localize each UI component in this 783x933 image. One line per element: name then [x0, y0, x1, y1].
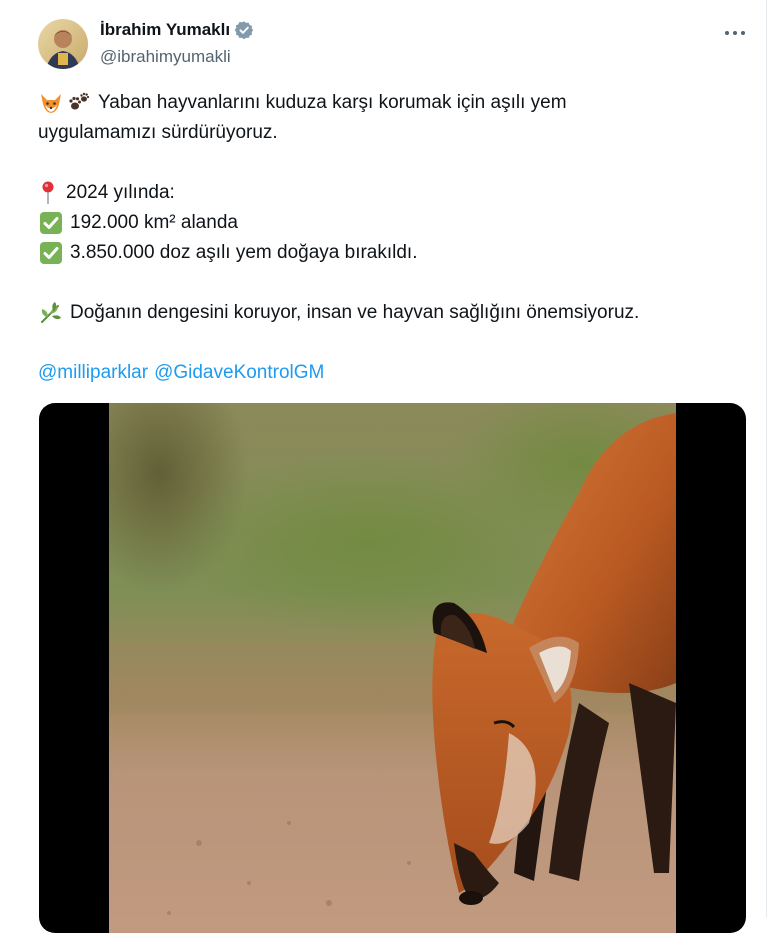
check-mark-button-emoji — [38, 211, 64, 235]
text-line: uygulamamızı sürdürüyoruz. — [38, 118, 738, 148]
avatar-image — [38, 19, 88, 69]
mention-milliparklar[interactable]: @milliparklar — [38, 358, 148, 388]
tweet-video[interactable] — [39, 403, 746, 933]
text-line: 3.850.000 doz aşılı yem doğaya bırakıldı… — [38, 238, 738, 268]
text-line-3: 2024 yılında: — [66, 182, 175, 203]
fox-video-frame — [109, 403, 676, 933]
round-pushpin-emoji — [38, 181, 58, 205]
fox-face-emoji — [38, 91, 64, 115]
herb-emoji — [38, 301, 64, 325]
mention-gidavekontrolgm[interactable]: @GidaveKontrolGM — [154, 358, 324, 388]
more-options-icon[interactable] — [720, 22, 750, 44]
text-line: 2024 yılında: — [38, 178, 738, 208]
text-line-4: 192.000 km² alanda — [70, 212, 238, 233]
author-handle[interactable]: @ibrahimyumakli — [100, 47, 231, 67]
tweet-card: İbrahim Yumaklı @ibrahimyumakli Yaban ha… — [0, 0, 767, 933]
mentions-line: @milliparklar @GidaveKontrolGM — [38, 358, 738, 388]
text-line: Doğanın dengesini koruyor, insan ve hayv… — [38, 298, 738, 328]
text-line-2: uygulamamızı sürdürüyoruz. — [38, 122, 278, 143]
verified-badge-icon — [234, 20, 254, 40]
text-line-1: Yaban hayvanlarını kuduza karşı korumak … — [98, 92, 567, 113]
text-line-6: Doğanın dengesini koruyor, insan ve hayv… — [70, 302, 640, 323]
author-name-text: İbrahim Yumaklı — [100, 20, 231, 39]
check-mark-button-emoji — [38, 241, 64, 265]
text-line: Yaban hayvanlarını kuduza karşı korumak … — [38, 88, 738, 118]
author-avatar[interactable] — [38, 19, 88, 69]
text-line: 192.000 km² alanda — [38, 208, 738, 238]
text-line-5: 3.850.000 doz aşılı yem doğaya bırakıldı… — [70, 242, 418, 263]
author-name[interactable]: İbrahim Yumaklı — [100, 20, 254, 40]
paw-prints-emoji — [66, 91, 92, 115]
tweet-text: Yaban hayvanlarını kuduza karşı korumak … — [38, 88, 738, 388]
